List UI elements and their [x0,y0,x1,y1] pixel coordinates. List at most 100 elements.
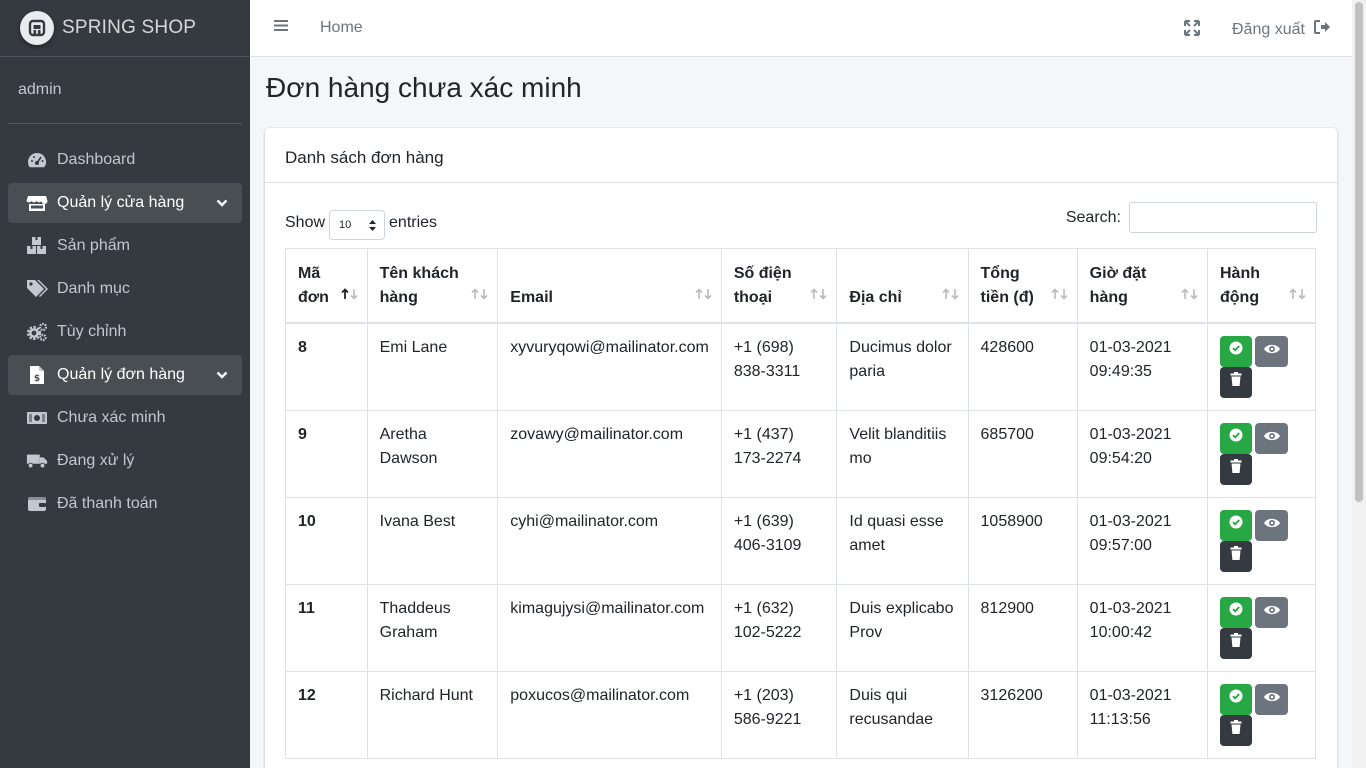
scrollbar-thumb[interactable] [1355,2,1363,502]
column-header-actions[interactable]: Hành động [1207,248,1316,324]
column-header-address[interactable]: Địa chỉ [836,248,969,324]
column-header-id[interactable]: Mã đơn [285,248,368,324]
email-cell: poxucos@mailinator.com [497,670,722,759]
entries-select-value: 10 [339,219,352,231]
address-cell: Duis qui recusandae [836,670,969,759]
entries-length-control: Show 10 entries [285,208,437,240]
sidebar-item-paid[interactable]: Đã thanh toán [8,484,242,524]
total-cell: 685700 [967,409,1078,498]
menu-toggle-icon[interactable] [274,19,288,37]
brand-logo-icon [20,11,54,45]
column-header-customer[interactable]: Tên khách hàng [366,248,499,324]
page-scrollbar[interactable] [1352,0,1366,768]
sort-both-icon [695,284,713,308]
column-header-label: Hành động [1220,264,1260,306]
sidebar-item-order-management[interactable]: $ Quản lý đơn hàng [8,355,242,395]
logout-label: Đăng xuất [1232,20,1305,38]
user-panel: admin [8,57,242,124]
row-actions [1220,335,1303,398]
store-icon [26,193,48,213]
eye-icon [1263,339,1281,363]
table-row: 9 Aretha Dawson zovawy@mailinator.com +1 (4… [285,409,1316,498]
logout-button[interactable]: Đăng xuất [1232,19,1331,40]
order-id-cell: 10 [285,496,368,585]
view-button[interactable] [1255,683,1288,715]
row-actions [1220,683,1303,746]
chevron-down-icon [216,367,228,385]
check-circle-icon [1229,426,1243,450]
phone-cell: +1 (639) 406-3109 [720,496,838,585]
fullscreen-icon[interactable] [1184,20,1200,41]
sidebar-item-categories[interactable]: Danh mục [8,269,242,309]
boxes-icon [26,236,48,256]
chevron-down-icon [216,195,228,213]
customer-name-cell: Thaddeus Graham [366,583,499,672]
delete-button[interactable] [1220,453,1252,485]
email-cell: cyhi@mailinator.com [497,496,722,585]
email-cell: xyvuryqowi@mailinator.com [497,322,722,411]
order-id-cell: 12 [285,670,368,759]
order-time-cell: 01-03-2021 09:54:20 [1076,409,1209,498]
svg-text:$: $ [34,374,40,384]
table-row: 11 Thaddeus Graham kimagujysi@mailinator.c… [285,583,1316,672]
table-controls: Show 10 entries Search: [285,202,1317,240]
order-id-cell: 8 [285,322,368,411]
actions-cell [1207,496,1316,585]
eye-icon [1263,513,1281,537]
address-cell: Duis explicabo Prov [836,583,969,672]
tags-icon [26,279,48,299]
view-button[interactable] [1255,422,1288,454]
column-header-total[interactable]: Tổng tiền (đ) [967,248,1078,324]
order-id-cell: 11 [285,583,368,672]
sort-both-icon [471,284,489,308]
view-button[interactable] [1255,335,1288,367]
delete-button[interactable] [1220,714,1252,746]
sidebar-item-store-management[interactable]: Quản lý cửa hàng [8,183,242,223]
view-button[interactable] [1255,596,1288,628]
column-header-label: Tổng tiền (đ) [980,264,1034,306]
phone-cell: +1 (203) 586-9221 [720,670,838,759]
column-header-phone[interactable]: Số điện thoại [720,248,838,324]
home-link[interactable]: Home [320,19,363,37]
delete-button[interactable] [1220,540,1252,572]
verify-button[interactable] [1220,335,1252,367]
check-circle-icon [1229,687,1243,711]
sidebar-item-processing[interactable]: Đang xử lý [8,441,242,481]
sidebar-item-dashboard[interactable]: Dashboard [8,140,242,180]
customer-name-cell: Emi Lane [366,322,499,411]
sidebar-item-unverified[interactable]: Chưa xác minh [8,398,242,438]
sign-out-icon [1305,19,1331,40]
check-circle-icon [1229,600,1243,624]
sort-both-icon [810,284,828,308]
invoice-icon: $ [26,365,48,385]
column-header-label: Giờ đặt hàng [1089,264,1147,306]
column-header-time[interactable]: Giờ đặt hàng [1076,248,1209,324]
search-label: Search: [1065,208,1121,226]
sort-both-icon [1181,284,1199,308]
phone-cell: +1 (437) 173-2274 [720,409,838,498]
truck-icon [26,451,48,471]
address-cell: Id quasi esse amet [836,496,969,585]
table-row: 8 Emi Lane xyvuryqowi@mailinator.com +1 (69… [285,322,1316,411]
verify-button[interactable] [1220,683,1252,715]
sidebar-item-products[interactable]: Sản phẩm [8,226,242,266]
search-input[interactable] [1129,202,1317,233]
delete-button[interactable] [1220,627,1252,659]
delete-button[interactable] [1220,366,1252,398]
sort-both-icon [1289,284,1307,308]
column-header-email[interactable]: Email [497,248,722,324]
brand-link[interactable]: SPRING SHOP [0,0,250,57]
entries-select[interactable]: 10 [329,210,386,240]
actions-cell [1207,409,1316,498]
verify-button[interactable] [1220,422,1252,454]
verify-button[interactable] [1220,596,1252,628]
view-button[interactable] [1255,509,1288,541]
verify-button[interactable] [1220,509,1252,541]
sidebar-item-label: Quản lý cửa hàng [57,194,185,211]
trash-icon [1230,718,1242,742]
sidebar-item-settings[interactable]: Tùy chỉnh [8,312,242,352]
total-cell: 428600 [967,322,1078,411]
top-navbar: Home Đăng xuất [250,0,1352,57]
user-name[interactable]: admin [18,81,62,99]
column-header-label: Tên khách hàng [379,264,459,306]
